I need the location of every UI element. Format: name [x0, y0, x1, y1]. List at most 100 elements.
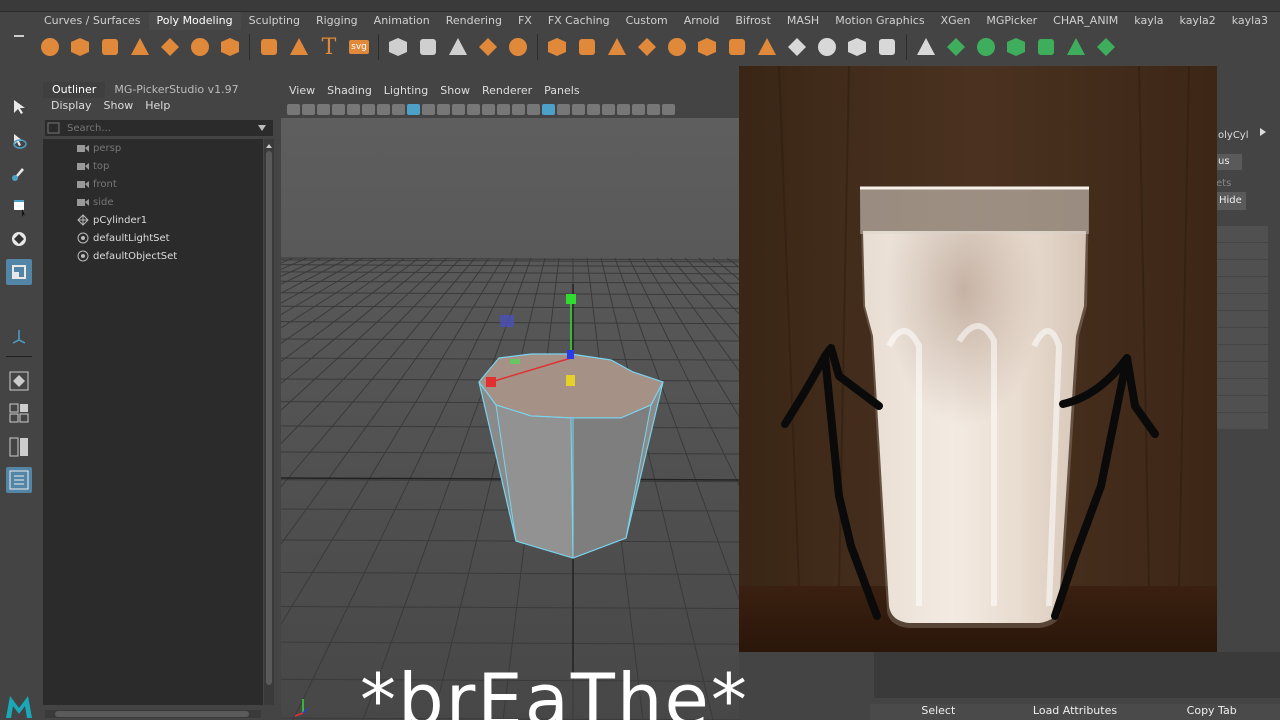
shelf-tab-fx-caching[interactable]: FX Caching — [540, 12, 618, 30]
shelf-tab-rendering[interactable]: Rendering — [438, 12, 510, 30]
move-tool-icon[interactable] — [6, 194, 32, 220]
scale-tool-icon[interactable] — [6, 259, 32, 285]
chevron-down-icon[interactable] — [257, 124, 267, 132]
outliner-item-persp[interactable]: persp — [43, 139, 263, 157]
menu-help[interactable]: Help — [139, 98, 176, 114]
last-tool-icon[interactable] — [6, 324, 32, 350]
uv-editor-icon[interactable] — [942, 33, 970, 61]
viewport-tool-icon[interactable] — [332, 103, 345, 115]
viewport-tool-icon[interactable] — [647, 103, 660, 115]
single-view-icon[interactable] — [6, 368, 32, 394]
outliner-item-defaultobjectset[interactable]: defaultObjectSet — [43, 247, 263, 265]
svg-icon[interactable]: svg — [345, 33, 373, 61]
shelf-tab-poly-modeling[interactable]: Poly Modeling — [148, 12, 241, 30]
viewport-tool-icon[interactable] — [587, 103, 600, 115]
rotate-tool-icon[interactable] — [6, 226, 32, 252]
two-view-icon[interactable] — [6, 434, 32, 460]
viewport-tool-icon[interactable] — [407, 103, 420, 115]
viewport-tool-icon[interactable] — [377, 103, 390, 115]
insert-loop-icon[interactable] — [873, 33, 901, 61]
filter-icon[interactable] — [47, 122, 61, 134]
copy-tab-button[interactable]: Copy Tab — [1143, 704, 1280, 720]
menu-panels[interactable]: Panels — [538, 82, 585, 100]
paint-select-icon[interactable] — [6, 160, 32, 186]
viewport-tool-icon[interactable] — [617, 103, 630, 115]
extract-icon[interactable] — [474, 33, 502, 61]
extrude-icon[interactable] — [693, 33, 721, 61]
channel-row[interactable] — [1214, 243, 1268, 260]
viewport-tool-icon[interactable] — [482, 103, 495, 115]
viewport-tool-icon[interactable] — [347, 103, 360, 115]
viewport-tool-icon[interactable] — [632, 103, 645, 115]
chevron-right-icon[interactable] — [1259, 128, 1267, 136]
outliner-item-front[interactable]: front — [43, 175, 263, 193]
search-input[interactable] — [67, 122, 257, 134]
maya-logo-icon[interactable] — [4, 694, 34, 720]
smooth-icon[interactable] — [543, 33, 571, 61]
menu-shading[interactable]: Shading — [321, 82, 378, 100]
uv-unfold-icon[interactable] — [1062, 33, 1090, 61]
disc-icon[interactable] — [216, 33, 244, 61]
viewport-tool-icon[interactable] — [287, 103, 300, 115]
shelf-tab-curves-surfaces[interactable]: Curves / Surfaces — [36, 12, 149, 30]
select-tool-icon[interactable] — [6, 94, 32, 120]
bridge-icon[interactable] — [663, 33, 691, 61]
load-attributes-button[interactable]: Load Attributes — [1007, 704, 1144, 720]
viewport-tool-icon[interactable] — [602, 103, 615, 115]
hide-button[interactable]: Hide — [1214, 192, 1246, 210]
viewport-tool-icon[interactable] — [392, 103, 405, 115]
cylinder-icon[interactable] — [96, 33, 124, 61]
separate-icon[interactable] — [444, 33, 472, 61]
viewport-tool-icon[interactable] — [362, 103, 375, 115]
tab-outliner[interactable]: Outliner — [43, 82, 106, 98]
viewport-tool-icon[interactable] — [527, 103, 540, 115]
multicut-icon[interactable] — [843, 33, 871, 61]
plane-icon[interactable] — [186, 33, 214, 61]
cube-icon[interactable] — [66, 33, 94, 61]
viewport-tool-icon[interactable] — [452, 103, 465, 115]
shelf-tab-fx[interactable]: FX — [510, 12, 540, 30]
viewport-tool-icon[interactable] — [467, 103, 480, 115]
menu-show[interactable]: Show — [434, 82, 476, 100]
viewport-tool-icon[interactable] — [662, 103, 675, 115]
shelf-tab-motion-graphics[interactable]: Motion Graphics — [827, 12, 932, 30]
channel-row[interactable] — [1214, 396, 1268, 413]
shelf-tab-kayla3[interactable]: kayla3 — [1224, 12, 1276, 30]
viewport-tool-icon[interactable] — [557, 103, 570, 115]
channel-row[interactable] — [1214, 226, 1268, 243]
shelf-tab-xgen[interactable]: XGen — [933, 12, 979, 30]
select-button[interactable]: Select — [870, 704, 1007, 720]
outliner-item-side[interactable]: side — [43, 193, 263, 211]
four-view-icon[interactable] — [6, 400, 32, 426]
sphere-icon[interactable] — [36, 33, 64, 61]
outliner-hscrollbar[interactable] — [45, 710, 261, 718]
outliner-scrollbar[interactable] — [264, 139, 274, 705]
text-icon[interactable]: T — [315, 33, 343, 61]
channel-row[interactable] — [1214, 328, 1268, 345]
offset-loop-icon[interactable] — [912, 33, 940, 61]
bool-icon[interactable] — [504, 33, 532, 61]
outliner-item-defaultlightset[interactable]: defaultLightSet — [43, 229, 263, 247]
tab-mg-picker[interactable]: MG-PickerStudio v1.97 — [105, 82, 247, 98]
viewport-tool-icon[interactable] — [512, 103, 525, 115]
viewport-tool-icon[interactable] — [302, 103, 315, 115]
viewport-tool-icon[interactable] — [497, 103, 510, 115]
shelf-tab-mgpicker[interactable]: MGPicker — [978, 12, 1045, 30]
outliner-item-pcylinder1[interactable]: pCylinder1 — [43, 211, 263, 229]
torus-icon[interactable] — [156, 33, 184, 61]
shelf-tab-char-anim[interactable]: CHAR_ANIM — [1045, 12, 1126, 30]
channel-row[interactable] — [1214, 311, 1268, 328]
shelf-tab-mash[interactable]: MASH — [779, 12, 827, 30]
channel-row[interactable] — [1214, 345, 1268, 362]
uv-checker-icon[interactable] — [1092, 33, 1120, 61]
menu-renderer[interactable]: Renderer — [476, 82, 538, 100]
uv-sew-icon[interactable] — [1032, 33, 1060, 61]
channel-row[interactable] — [1214, 379, 1268, 396]
viewport-tool-icon[interactable] — [542, 103, 555, 115]
channel-row[interactable] — [1214, 277, 1268, 294]
menu-show[interactable]: Show — [98, 98, 140, 114]
channel-row[interactable] — [1214, 362, 1268, 379]
combine-icon[interactable] — [414, 33, 442, 61]
settings-icon[interactable] — [6, 26, 32, 52]
cone-icon[interactable] — [126, 33, 154, 61]
